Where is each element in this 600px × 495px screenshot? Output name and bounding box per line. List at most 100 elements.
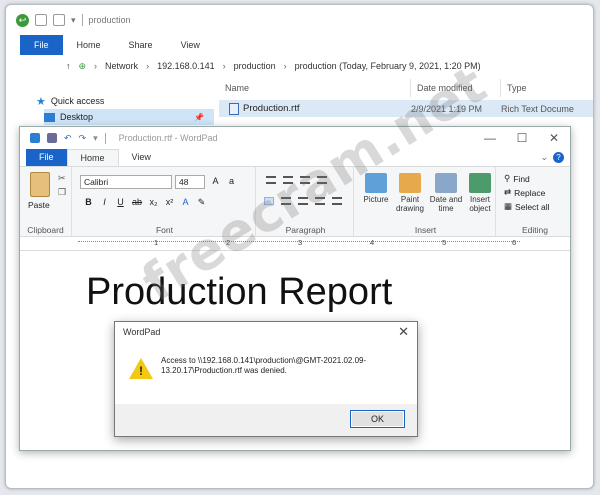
maximize-button[interactable]: ☐: [506, 127, 538, 149]
group-label: Clipboard: [27, 225, 64, 235]
grow-font-icon[interactable]: A: [211, 176, 220, 186]
ruler-number: 2: [226, 238, 231, 247]
access-denied-dialog: WordPad ✕ ! Access to \\192.168.0.141\pr…: [114, 321, 418, 437]
button-label: Find: [513, 173, 530, 184]
redo-icon[interactable]: ↷: [79, 133, 87, 144]
button-label: Date and time: [429, 195, 463, 213]
group-insert: Picture Paint drawing Date and time Inse…: [356, 167, 496, 237]
chevron-right-icon: ›: [94, 61, 98, 71]
undo-icon[interactable]: ↶: [64, 133, 72, 144]
cut-icon[interactable]: ✂: [58, 173, 67, 183]
insert-picture-button[interactable]: Picture: [358, 173, 394, 204]
insert-object-button[interactable]: Insert object: [462, 173, 498, 213]
ribbon-collapse-icon[interactable]: ⌄: [540, 152, 548, 163]
help-icon[interactable]: ?: [553, 152, 564, 163]
wordpad-app-icon: [30, 133, 40, 143]
group-label: Insert: [414, 225, 437, 235]
pin-icon[interactable]: 📌: [194, 113, 204, 122]
button-label: Select all: [515, 201, 550, 212]
up-arrow-icon[interactable]: ↑: [66, 61, 71, 71]
paste-button[interactable]: Paste: [28, 200, 50, 210]
dialog-message: Access to \\192.168.0.141\production\@GM…: [161, 356, 367, 375]
nav-label: Desktop: [60, 112, 94, 122]
shrink-font-icon[interactable]: a: [227, 176, 236, 186]
align-center-icon[interactable]: [281, 197, 291, 205]
explorer-tab-home[interactable]: Home: [63, 35, 115, 55]
dialog-body: ! Access to \\192.168.0.141\production\@…: [115, 346, 417, 406]
navigation-pane: ★ Quick access Desktop: [36, 93, 216, 125]
window-controls: — ☐ ✕: [474, 127, 570, 149]
button-label: Paint drawing: [395, 195, 424, 213]
nav-quick-access[interactable]: ★ Quick access: [36, 93, 216, 109]
breadcrumb-network[interactable]: Network: [105, 61, 138, 71]
breadcrumb-host[interactable]: 192.168.0.141: [157, 61, 215, 71]
underline-icon[interactable]: U: [116, 197, 125, 208]
align-right-icon[interactable]: [298, 197, 308, 205]
properties-icon[interactable]: [35, 14, 47, 26]
wordpad-tab-view[interactable]: View: [119, 149, 164, 166]
ruler[interactable]: 1 2 3 4 5 6: [20, 237, 570, 251]
column-type[interactable]: Type: [501, 79, 591, 97]
address-bar[interactable]: ↑ ⊕ › Network › 192.168.0.141 › producti…: [6, 57, 593, 75]
select-all-button[interactable]: ▦ Select all: [504, 201, 550, 212]
file-row[interactable]: Production.rtf 2/9/2021 1:19 PM Rich Tex…: [219, 100, 593, 117]
network-icon: ⊕: [78, 60, 87, 71]
subscript-icon[interactable]: x₂: [149, 197, 158, 208]
button-label: Replace: [514, 187, 546, 198]
paste-icon[interactable]: [30, 172, 50, 197]
copy-icon[interactable]: ❐: [58, 187, 67, 197]
group-label: Editing: [522, 225, 548, 235]
ruler-number: 1: [154, 238, 159, 247]
column-name[interactable]: Name: [219, 79, 411, 97]
chevron-right-icon: ›: [283, 61, 287, 71]
find-button[interactable]: ⚲ Find: [504, 173, 530, 184]
decrease-indent-icon[interactable]: [266, 176, 276, 184]
title-separator: [81, 14, 83, 26]
increase-indent-icon[interactable]: [283, 176, 293, 184]
save-icon[interactable]: [47, 133, 57, 143]
title-separator: [104, 132, 106, 144]
file-name: Production.rtf: [243, 103, 300, 114]
superscript-icon[interactable]: x²: [165, 197, 174, 208]
wordpad-tab-home[interactable]: Home: [66, 149, 119, 166]
text-color-icon[interactable]: A: [181, 197, 190, 208]
align-left-icon[interactable]: [264, 197, 274, 205]
font-style-buttons: B I U ab x₂ x² A ✎: [84, 197, 206, 208]
new-folder-icon[interactable]: [53, 14, 65, 26]
bullets-icon[interactable]: [300, 176, 310, 184]
minimize-button[interactable]: —: [474, 127, 506, 149]
date-time-button[interactable]: Date and time: [428, 173, 464, 213]
replace-icon: ⇄: [504, 187, 512, 197]
close-button[interactable]: ✕: [538, 127, 570, 149]
group-paragraph: Paragraph: [258, 167, 354, 237]
dialog-close-icon[interactable]: ✕: [398, 322, 409, 342]
screenshot-frame: ↩ ▾ production File Home Share View ↑ ⊕ …: [5, 4, 594, 489]
wordpad-titlebar: ↶ ↷ ▾ Production.rtf - WordPad — ☐ ✕: [20, 127, 570, 149]
customize-qat-icon[interactable]: ▾: [93, 133, 98, 144]
explorer-tab-file[interactable]: File: [20, 35, 63, 55]
paint-drawing-button[interactable]: Paint drawing: [392, 173, 428, 213]
column-date-modified[interactable]: Date modified: [411, 79, 501, 97]
group-label: Font: [155, 225, 173, 235]
highlight-icon[interactable]: ✎: [197, 197, 206, 208]
nav-desktop[interactable]: Desktop: [44, 109, 214, 125]
wordpad-tab-file[interactable]: File: [26, 149, 67, 166]
italic-icon[interactable]: I: [100, 197, 109, 208]
line-spacing-icon[interactable]: [317, 176, 327, 184]
replace-button[interactable]: ⇄ Replace: [504, 187, 545, 198]
explorer-tab-share[interactable]: Share: [115, 35, 167, 55]
explorer-tab-view[interactable]: View: [167, 35, 214, 55]
binoculars-icon: ⚲: [504, 173, 511, 183]
bold-icon[interactable]: B: [84, 197, 93, 208]
paragraph-top-row: [266, 176, 327, 184]
customize-toolbar-icon[interactable]: ▾: [71, 15, 76, 26]
ok-button[interactable]: OK: [350, 410, 405, 428]
justify-icon[interactable]: [315, 197, 325, 205]
font-name-select[interactable]: Calibri: [80, 175, 172, 189]
breadcrumb-share[interactable]: production: [234, 61, 276, 71]
paragraph-settings-icon[interactable]: [332, 197, 342, 205]
warning-exclamation: !: [139, 364, 143, 378]
breadcrumb-snapshot[interactable]: production (Today, February 9, 2021, 1:2…: [295, 61, 481, 71]
font-size-select[interactable]: 48: [175, 175, 205, 189]
strikethrough-icon[interactable]: ab: [132, 197, 142, 208]
